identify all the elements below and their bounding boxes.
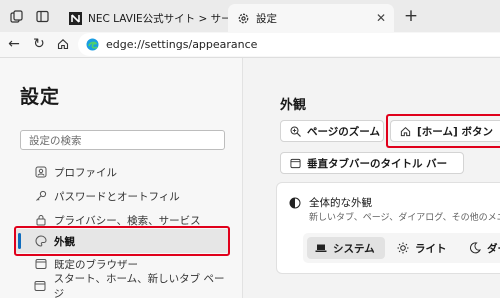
card-title: 全体的な外観 <box>289 195 372 210</box>
zoom-icon <box>289 125 301 137</box>
contrast-icon <box>289 197 301 209</box>
tab-nec-lavie[interactable]: NEC LAVIE公式サイト > サービス&サ <box>60 4 230 32</box>
new-tab-button[interactable]: + <box>402 7 420 25</box>
profile-icon <box>34 166 47 179</box>
sidebar-item-passwords[interactable]: パスワードとオートフィル <box>14 184 230 208</box>
highlight-box <box>386 114 500 148</box>
tab-title: NEC LAVIE公式サイト > サービス&サ <box>88 12 230 25</box>
card-description: 新しいタブ、ページ、ダイアログ、その他のメニュー <box>309 213 500 223</box>
toolbar: ← ↻ edge://settings/appearance <box>0 32 500 58</box>
nec-favicon <box>68 11 82 25</box>
workspaces-icon[interactable] <box>8 8 24 24</box>
sidebar-item-label: スタート、ホーム、新しいタブ ページ <box>53 273 225 298</box>
close-icon[interactable]: ✕ <box>374 11 388 25</box>
sidebar-item-label: プロファイル <box>54 166 117 179</box>
search-placeholder: 設定の検索 <box>29 134 82 147</box>
start-page-icon <box>34 280 47 293</box>
search-input[interactable]: 設定の検索 <box>20 130 225 150</box>
gear-icon <box>236 11 250 25</box>
sun-icon <box>397 242 409 254</box>
theme-selector: システム ライト ダーク <box>303 233 500 263</box>
settings-sidebar: 設定 設定の検索 プロファイル パスワードとオートフィル プライバシー、検索、サ… <box>0 58 243 298</box>
settings-content: 外観 ページのズーム [ホーム] ボタン 垂直タブバーのタイトル バー 全体的な… <box>244 58 500 298</box>
theme-option-light[interactable]: ライト <box>389 237 455 259</box>
window-icon <box>289 157 301 169</box>
address-bar[interactable]: edge://settings/appearance <box>78 33 500 56</box>
button-label: ページのズーム <box>307 125 380 138</box>
button-label: 垂直タブバーのタイトル バー <box>307 157 448 170</box>
home-icon[interactable] <box>55 36 71 52</box>
moon-icon <box>469 242 481 254</box>
key-icon <box>34 190 47 203</box>
tab-settings[interactable]: 設定 ✕ <box>228 4 394 32</box>
page-zoom-button[interactable]: ページのズーム <box>280 120 384 142</box>
edge-logo-icon <box>86 38 99 51</box>
overall-appearance-card: 全体的な外観 新しいタブ、ページ、ダイアログ、その他のメニュー システム ライト <box>276 182 500 274</box>
tab-actions-icon[interactable] <box>34 8 50 24</box>
back-arrow-icon[interactable]: ← <box>6 36 22 52</box>
section-title: 外観 <box>280 98 307 113</box>
tab-strip: NEC LAVIE公式サイト > サービス&サ 設定 ✕ + <box>0 0 500 32</box>
sidebar-item-label: 既定のブラウザー <box>54 258 138 271</box>
vertical-tabs-titlebar-button[interactable]: 垂直タブバーのタイトル バー <box>280 152 464 174</box>
lock-icon <box>34 214 47 227</box>
theme-option-dark[interactable]: ダーク <box>461 237 500 259</box>
browser-icon <box>34 258 47 271</box>
page-title: 設定 <box>20 86 61 108</box>
highlight-box <box>14 226 230 256</box>
tab-title: 設定 <box>256 12 277 25</box>
url-text: edge://settings/appearance <box>106 38 258 51</box>
sidebar-item-label: パスワードとオートフィル <box>54 190 180 203</box>
theme-option-system[interactable]: システム <box>307 237 385 259</box>
sidebar-item-profile[interactable]: プロファイル <box>14 160 230 184</box>
refresh-icon[interactable]: ↻ <box>31 36 47 52</box>
laptop-icon <box>315 242 327 254</box>
sidebar-item-start-home[interactable]: スタート、ホーム、新しいタブ ページ <box>14 273 230 298</box>
